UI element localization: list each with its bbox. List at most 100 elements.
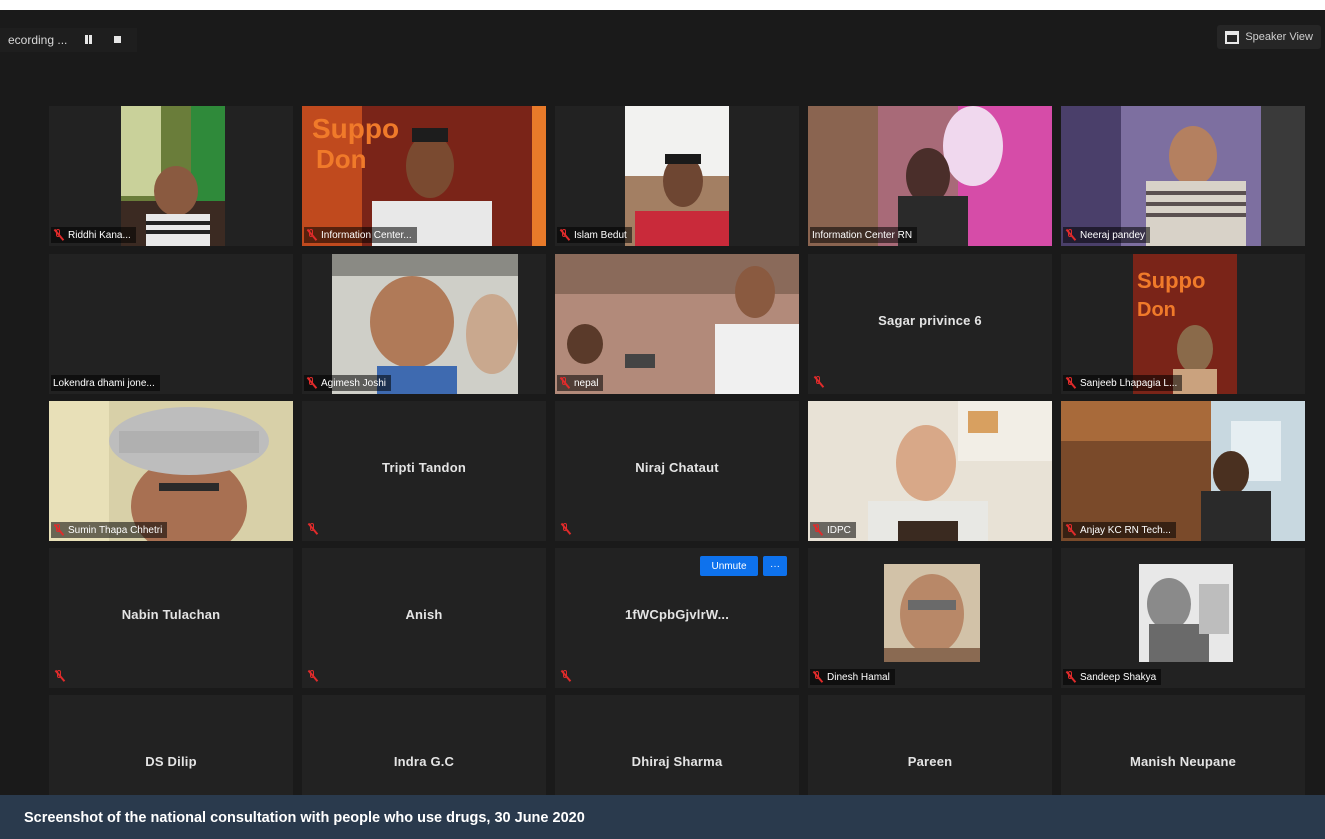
participant-name: IDPC [827,524,851,536]
participant-tile[interactable]: Tripti Tandon [302,401,546,541]
caption-text: Screenshot of the national consultation … [24,810,585,826]
participant-name-label: Lokendra dhami jone... [51,375,160,391]
participant-video: Suppo Don [1133,254,1237,394]
participant-name: Sanjeeb Lhapagia L... [1080,377,1178,389]
muted-mic-icon [559,229,570,241]
more-options-button[interactable]: ··· [763,556,787,576]
participant-tile[interactable]: Dinesh Hamal [808,548,1052,688]
participant-name: Anjay KC RN Tech... [1080,524,1171,536]
pause-recording-icon[interactable] [79,31,97,49]
participant-name: Information Center RN [812,229,913,241]
participant-name-center: Sagar privince 6 [878,313,982,328]
participant-name-label: Dinesh Hamal [810,669,895,685]
muted-mic-icon [306,229,317,241]
participant-tile[interactable]: Agimesh Joshi [302,254,546,394]
participant-video [1061,401,1305,541]
muted-mic-icon [560,670,571,682]
participant-tile-active-speaker[interactable]: Information Center RN [808,106,1052,246]
muted-mic-icon [560,523,571,535]
participant-name-label: Anjay KC RN Tech... [1063,522,1176,538]
muted-mic-icon [812,524,823,536]
participant-tile[interactable]: nepal [555,254,799,394]
participant-name-label: Islam Bedut [557,227,632,243]
participant-name: Lokendra dhami jone... [53,377,155,389]
participant-photo [884,564,980,662]
participant-tile[interactable]: Lokendra dhami jone... [49,254,293,394]
svg-text:Suppo: Suppo [312,113,399,144]
participant-name: Information Center... [321,229,412,241]
participant-name-center: Indra G.C [393,754,455,769]
participant-name-label: IDPC [810,522,856,538]
muted-mic-icon [54,670,65,682]
participant-name: Sumin Thapa Chhetri [68,524,163,536]
top-bar: ecording ... Speaker View [0,10,1325,68]
participant-tile[interactable]: Nabin Tulachan [49,548,293,688]
participant-tile[interactable]: Sumin Thapa Chhetri [49,401,293,541]
participant-tile[interactable]: Riddhi Kana... [49,106,293,246]
participant-name-center: Nabin Tulachan [121,607,221,622]
participant-tile[interactable]: Sagar privince 6 [808,254,1052,394]
speaker-view-button[interactable]: Speaker View [1217,25,1321,49]
participant-name-center: DS Dilip [145,754,197,769]
participant-name-label: Riddhi Kana... [51,227,136,243]
svg-text:Don: Don [316,144,367,174]
participant-tile[interactable]: Niraj Chataut [555,401,799,541]
muted-mic-icon [1065,229,1076,241]
participant-name-label: Agimesh Joshi [304,375,392,391]
svg-text:Suppo: Suppo [1137,268,1205,293]
participant-video [625,106,729,246]
participant-name-center: Pareen [907,754,953,769]
participant-video [121,106,225,246]
participant-video [49,401,293,541]
participant-tile[interactable]: Anish [302,548,546,688]
muted-mic-icon [1065,671,1076,683]
muted-mic-icon [306,377,317,389]
muted-mic-icon [53,524,64,536]
participant-video [332,254,518,394]
participant-tile[interactable]: Sandeep Shakya [1061,548,1305,688]
muted-mic-icon [813,376,824,388]
participant-tile[interactable]: IDPC [808,401,1052,541]
participant-name: Sandeep Shakya [1080,671,1157,683]
participant-name-label: Sanjeeb Lhapagia L... [1063,375,1183,391]
participant-name: Riddhi Kana... [68,229,131,241]
participant-tile[interactable]: Anjay KC RN Tech... [1061,401,1305,541]
svg-text:Don: Don [1137,299,1176,321]
participant-name: nepal [574,377,599,389]
participant-name-label: nepal [557,375,604,391]
zoom-meeting-window: ecording ... Speaker View Riddhi Kana...… [0,10,1325,839]
participant-name-center: Anish [405,607,443,622]
unmute-button[interactable]: Unmute [700,556,758,576]
participant-tile[interactable]: Unmute ··· 1fWCpbGjvlrW... [555,548,799,688]
participant-name-label: Neeraj pandey [1063,227,1151,243]
participant-name-label: Information Center... [304,227,417,243]
participant-name-label: Information Center RN [810,227,918,243]
muted-mic-icon [307,523,318,535]
participant-name-center: Dhiraj Sharma [631,754,723,769]
participant-name: Islam Bedut [574,229,627,241]
speaker-view-label: Speaker View [1245,31,1313,43]
participant-video [555,254,799,394]
recording-indicator: ecording ... [0,28,138,52]
stop-recording-icon[interactable] [109,31,127,49]
participant-tile[interactable]: Islam Bedut [555,106,799,246]
participant-name-center: 1fWCpbGjvlrW... [624,607,730,622]
participant-tile[interactable]: Suppo Don Sanjeeb Lhapagia L... [1061,254,1305,394]
participant-name: Agimesh Joshi [321,377,387,389]
muted-mic-icon [307,670,318,682]
participant-tile[interactable]: Suppo Don Information Center... [302,106,546,246]
participant-tile[interactable]: Neeraj pandey [1061,106,1305,246]
image-caption: Screenshot of the national consultation … [0,795,1325,839]
participant-video [808,106,1052,246]
muted-mic-icon [1065,524,1076,536]
recording-status: ecording ... [8,33,68,47]
muted-mic-icon [1065,377,1076,389]
participant-video: Suppo Don [302,106,546,246]
participant-name-center: Niraj Chataut [635,460,719,475]
participant-name-center: Tripti Tandon [382,460,466,475]
participant-photo [1139,564,1233,662]
participant-video [808,401,1052,541]
speaker-view-icon [1225,30,1240,44]
participant-name-label: Sumin Thapa Chhetri [51,522,168,538]
muted-mic-icon [559,377,570,389]
